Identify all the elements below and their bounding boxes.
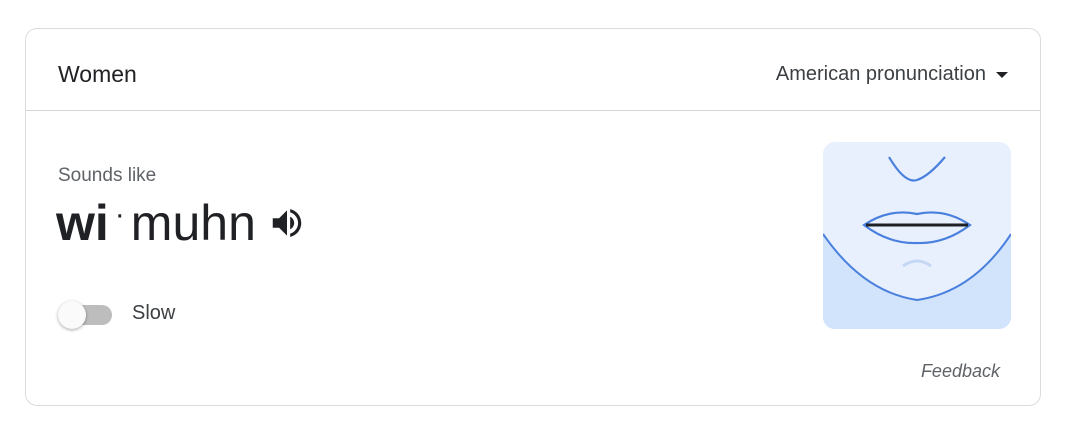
syllable-separator: · (114, 198, 125, 231)
slow-toggle-label: Slow (132, 302, 176, 324)
mouth-illustration (823, 142, 1011, 329)
accent-dropdown[interactable]: American pronunciation (776, 59, 1008, 89)
syllable: muhn (130, 195, 256, 251)
pronunciation-card: Women American pronunciation Sounds like… (25, 28, 1041, 406)
caret-down-icon (996, 72, 1008, 78)
phonetic-spelling: wi · muhn (56, 193, 306, 253)
accent-dropdown-label: American pronunciation (775, 63, 986, 85)
speaker-icon[interactable] (268, 204, 306, 242)
syllable-stressed: wi (56, 195, 109, 251)
sounds-like-label: Sounds like (58, 165, 157, 186)
card-header: Women American pronunciation (26, 29, 1040, 111)
slow-toggle[interactable] (58, 301, 114, 329)
word-title: Women (58, 61, 137, 87)
feedback-link[interactable]: Feedback (921, 361, 1000, 382)
slow-toggle-knob (58, 301, 86, 329)
